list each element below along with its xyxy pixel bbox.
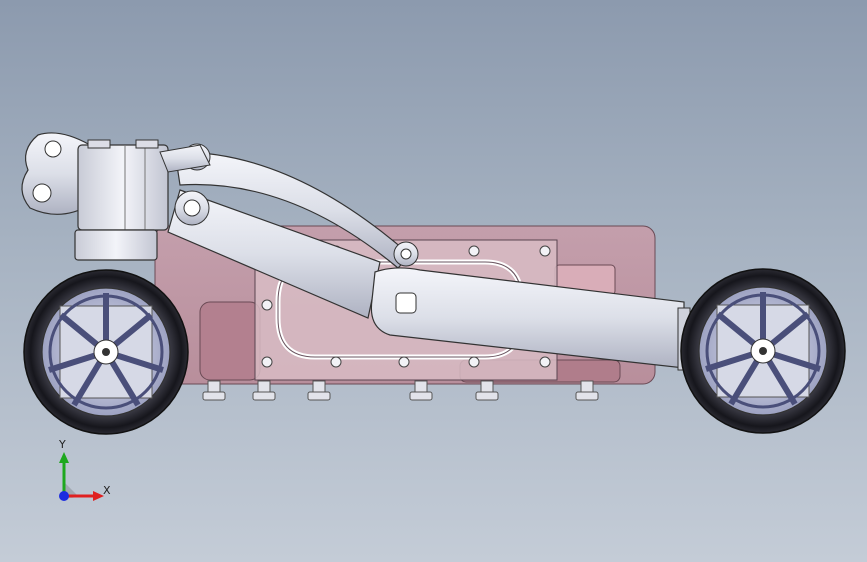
- coordinate-triad: Y X: [50, 438, 120, 510]
- 3d-model-viewport[interactable]: Y X: [0, 0, 867, 562]
- x-axis-label: X: [103, 484, 111, 497]
- front-wheel: [680, 268, 846, 434]
- robot-assembly-model: [21, 132, 846, 435]
- y-axis-label: Y: [59, 438, 66, 451]
- rear-wheel: [23, 269, 189, 435]
